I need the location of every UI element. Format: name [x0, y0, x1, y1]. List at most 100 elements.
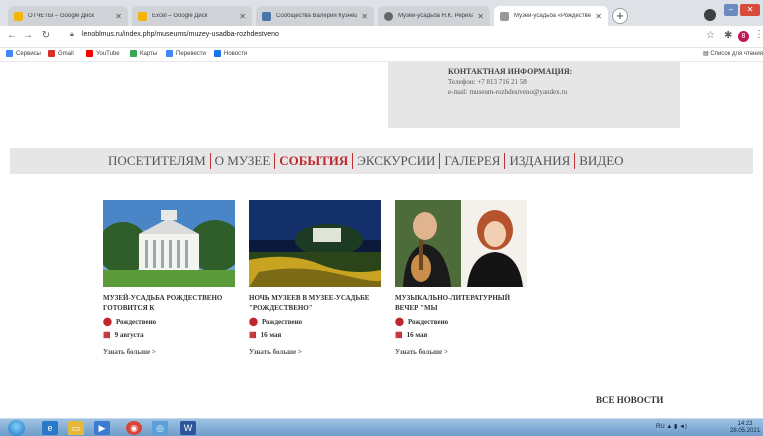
minimize-button[interactable]: – [724, 4, 738, 16]
nav-events[interactable]: СОБЫТИЯ [274, 153, 352, 169]
contact-title: КОНТАКТНАЯ ИНФОРМАЦИЯ: [448, 67, 573, 76]
tab-title: Музей-усадьба «Рождествено» [514, 13, 592, 19]
internet-explorer-icon[interactable]: e [42, 421, 58, 435]
network-icon[interactable]: ▮ [674, 424, 677, 430]
event-date: ▦ 9 августа [103, 330, 235, 339]
nav-about-museum[interactable]: О МУЗЕЕ [209, 153, 275, 169]
start-button[interactable] [8, 420, 25, 436]
nav-gallery[interactable]: ГАЛЕРЕЯ [439, 153, 504, 169]
event-place-label: Рождествено [261, 317, 303, 326]
tab-google-drive-reports[interactable]: ОТЧЕТЫ – Google Диск ✕ [8, 6, 128, 26]
close-icon[interactable]: ✕ [595, 12, 602, 21]
close-icon[interactable]: ✕ [361, 12, 368, 21]
calendar-icon: ▦ [249, 330, 257, 339]
tab-title: Сообщества Валерии Кузнецо [276, 13, 358, 19]
chrome-icon[interactable]: ◉ [126, 421, 142, 435]
extensions-puzzle-icon[interactable]: ✱ [724, 30, 732, 41]
tab-rozhdestveno-museum[interactable]: Музей-усадьба «Рождествено» ✕ [494, 6, 608, 26]
window-close-button[interactable]: ✕ [740, 4, 760, 16]
youtube-icon [86, 50, 93, 57]
google-drive-icon [138, 11, 147, 21]
bookmark-label: Новости [224, 50, 248, 57]
reload-icon[interactable]: ↻ [40, 30, 52, 41]
bookmark-maps[interactable]: Карты [130, 50, 157, 57]
forward-arrow-icon[interactable]: → [22, 30, 34, 41]
event-date-label: 16 мая [260, 330, 282, 339]
translate-icon [166, 50, 173, 57]
learn-more-link[interactable]: Узнать больше > [249, 348, 381, 356]
maps-pin-icon [130, 50, 137, 57]
nav-publications[interactable]: ИЗДАНИЯ [504, 153, 574, 169]
media-player-icon[interactable]: ▶ [94, 421, 110, 435]
reading-list-button[interactable]: ▤ Список для чтения [703, 50, 763, 57]
event-image-manor-house[interactable] [103, 200, 235, 287]
all-news-link[interactable]: ВСЕ НОВОСТИ [596, 395, 663, 405]
bookmark-label: Перевести [176, 50, 206, 57]
event-image-night[interactable] [249, 200, 381, 287]
clock-time: 14:23 [737, 421, 753, 427]
learn-more-link[interactable]: Узнать больше > [395, 348, 527, 356]
close-icon[interactable]: ✕ [239, 12, 246, 21]
bookmark-youtube[interactable]: YouTube [86, 50, 120, 57]
event-date: ▦ 16 мая [395, 330, 527, 339]
menu-dots-icon[interactable]: ⋮ [754, 29, 763, 40]
url-field[interactable]: lenoblmus.ru/index.php/museums/muzey-usa… [82, 31, 279, 38]
event-place: ⬤ Рождествено [249, 317, 381, 326]
event-card[interactable]: НОЧЬ МУЗЕЕВ В МУЗЕЕ-УСАДЬБЕ "РОЖДЕСТВЕНО… [249, 200, 381, 356]
close-icon[interactable]: ✕ [115, 12, 122, 21]
event-place-label: Рождествено [115, 317, 157, 326]
nav-video[interactable]: ВИДЕО [574, 153, 627, 169]
file-explorer-icon[interactable]: ▭ [68, 421, 84, 435]
address-bar: ← → ↻ 🔒︎ lenoblmus.ru/index.php/museums/… [0, 26, 763, 48]
tab-roerich-museum[interactable]: Музей-усадьба Н.К. Рериха в Из ✕ [378, 6, 490, 26]
map-marker-icon: ⬤ [395, 317, 404, 326]
vk-icon [262, 11, 271, 21]
event-title[interactable]: НОЧЬ МУЗЕЕВ В МУЗЕЕ-УСАДЬБЕ "РОЖДЕСТВЕНО… [249, 293, 381, 313]
bookmark-gmail[interactable]: Gmail [48, 50, 74, 57]
event-place: ⬤ Рождествено [395, 317, 527, 326]
globe-icon [384, 11, 393, 21]
event-date-label: 16 мая [406, 330, 428, 339]
event-card[interactable]: МУЗЕЙ-УСАДЬБА РОЖДЕСТВЕНО ГОТОВИТСЯ К ⬤ … [103, 200, 235, 356]
site-favicon-icon [500, 11, 509, 21]
tab-google-drive-excel[interactable]: Excel – Google Диск ✕ [132, 6, 252, 26]
event-image-musicians[interactable] [395, 200, 527, 287]
volume-icon[interactable]: ◄) [679, 424, 687, 430]
profile-circle-icon[interactable] [704, 9, 716, 21]
gmail-icon [48, 50, 55, 57]
close-icon[interactable]: ✕ [477, 12, 484, 21]
skype-icon[interactable]: ◎ [152, 421, 168, 435]
main-nav: ПОСЕТИТЕЛЯМ О МУЗЕЕ СОБЫТИЯ ЭКСКУРСИИ ГА… [108, 152, 628, 170]
tab-title: ОТЧЕТЫ – Google Диск [28, 13, 95, 19]
news-icon [214, 50, 221, 57]
back-arrow-icon[interactable]: ← [6, 30, 18, 41]
contact-info-block: КОНТАКТНАЯ ИНФОРМАЦИЯ: Телефон: +7 813 7… [388, 62, 680, 128]
clock[interactable]: 14:23 28.05.2021 [730, 421, 760, 435]
event-title[interactable]: МУЗЫКАЛЬНО-ЛИТЕРАТУРНЫЙ ВЕЧЕР "МЫ [395, 293, 527, 313]
tray-arrow-icon[interactable]: ▲ [666, 424, 674, 430]
browser-tab-strip: ОТЧЕТЫ – Google Диск ✕ Excel – Google Ди… [0, 0, 763, 26]
tab-vk-community[interactable]: Сообщества Валерии Кузнецо ✕ [256, 6, 374, 26]
event-title[interactable]: МУЗЕЙ-УСАДЬБА РОЖДЕСТВЕНО ГОТОВИТСЯ К [103, 293, 235, 313]
contact-email[interactable]: e-mail: museum-rozhdestveno@yandex.ru [448, 88, 567, 96]
word-icon[interactable]: W [180, 421, 196, 435]
bookmark-label: YouTube [96, 50, 120, 57]
event-date-label: 9 августа [114, 330, 144, 339]
language-indicator[interactable]: RU [656, 424, 665, 430]
event-place: ⬤ Рождествено [103, 317, 235, 326]
bookmark-star-icon[interactable]: ☆ [706, 30, 715, 41]
bookmark-label: Сервисы [16, 50, 41, 57]
avatar[interactable]: 8 [738, 31, 749, 42]
bookmark-news[interactable]: Новости [214, 50, 247, 57]
calendar-icon: ▦ [103, 330, 111, 339]
nav-excursions[interactable]: ЭКСКУРСИИ [352, 153, 439, 169]
calendar-icon: ▦ [395, 330, 403, 339]
learn-more-link[interactable]: Узнать больше > [103, 348, 235, 356]
bookmark-translate[interactable]: Перевести [166, 50, 206, 57]
bookmark-label: Карты [140, 50, 158, 57]
bookmark-services[interactable]: Сервисы [6, 50, 41, 57]
new-tab-button[interactable]: + [612, 8, 628, 24]
system-tray: RU ▲ ▮ ◄) [656, 423, 687, 430]
nav-visitors[interactable]: ПОСЕТИТЕЛЯМ [108, 153, 210, 169]
event-card[interactable]: МУЗЫКАЛЬНО-ЛИТЕРАТУРНЫЙ ВЕЧЕР "МЫ ⬤ Рожд… [395, 200, 527, 356]
